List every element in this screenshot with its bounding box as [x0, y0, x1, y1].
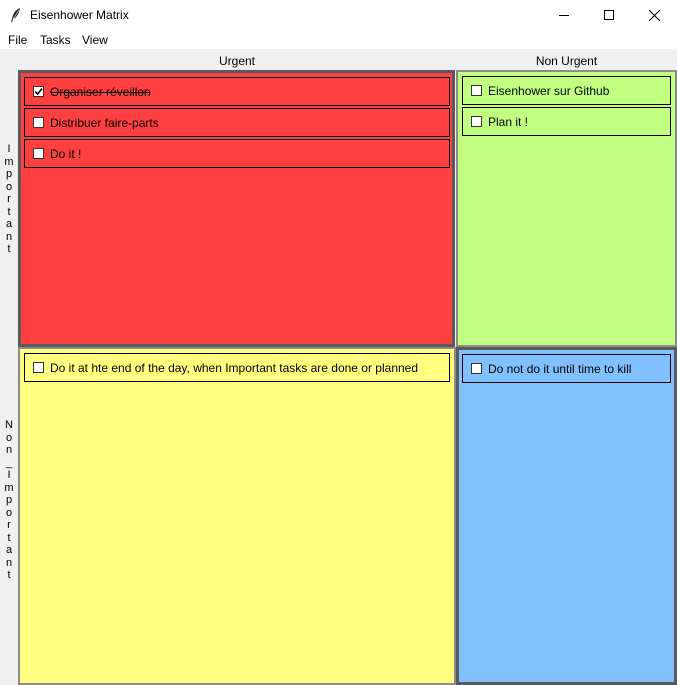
task-checkbox[interactable]	[471, 85, 482, 96]
row-label-char: m	[4, 481, 14, 494]
task-label: Do not do it until time to kill	[488, 362, 632, 376]
row-label-char: t	[7, 531, 11, 544]
row-label-char: a	[5, 544, 13, 556]
close-button[interactable]	[631, 0, 677, 30]
row-label-char: m	[4, 155, 14, 168]
row-label-char: N	[5, 419, 13, 431]
minimize-button[interactable]	[541, 0, 587, 30]
task-checkbox[interactable]	[471, 363, 482, 374]
column-header-urgent: Urgent	[218, 54, 256, 68]
quadrant-urgent-non-important: Do it at hte end of the day, when Import…	[18, 347, 456, 685]
row-label-char: n	[5, 556, 13, 569]
row-label-char: o	[5, 506, 13, 519]
row-label-char: o	[5, 180, 13, 193]
row-label-char: p	[5, 494, 13, 506]
task-label: Eisenhower sur Github	[488, 84, 610, 98]
task-checkbox[interactable]	[33, 362, 44, 373]
column-header-non-urgent: Non Urgent	[535, 54, 598, 68]
row-label-char: t	[7, 243, 11, 255]
row-label-char: _	[5, 456, 13, 469]
maximize-button[interactable]	[586, 0, 632, 30]
menu-view[interactable]: View	[82, 33, 108, 47]
task-item[interactable]: Eisenhower sur Github	[462, 76, 671, 105]
checkmark-icon	[34, 88, 43, 96]
row-label-non-important: No n _ Im p o r t a n t	[0, 419, 18, 582]
quadrant-non-urgent-non-important: Do not do it until time to kill	[456, 347, 677, 685]
task-label: Do it at hte end of the day, when Import…	[50, 361, 419, 375]
task-label: Organiser réveillon	[50, 85, 151, 99]
row-label-char: I	[7, 469, 11, 481]
row-label-char: p	[5, 168, 13, 180]
task-checkbox[interactable]	[33, 86, 44, 97]
window-title: Eisenhower Matrix	[30, 8, 129, 22]
feather-icon	[11, 8, 20, 22]
row-label-important: Important	[0, 143, 18, 256]
row-label-char: r	[7, 519, 11, 531]
row-label-char: a	[5, 218, 13, 230]
row-label-char: n	[5, 230, 13, 243]
quadrant-urgent-important: Organiser réveillon Distribuer faire-part…	[18, 70, 455, 347]
task-item[interactable]: Do not do it until time to kill	[462, 354, 671, 383]
row-label-char: t	[7, 205, 11, 218]
task-item[interactable]: Organiser réveillon	[24, 77, 450, 106]
title-bar: Eisenhower Matrix	[0, 0, 677, 30]
task-label: Do it !	[50, 147, 82, 161]
task-checkbox[interactable]	[33, 148, 44, 159]
row-label-char: n	[5, 444, 13, 456]
task-item[interactable]: Do it !	[24, 139, 450, 168]
task-label: Plan it !	[488, 115, 529, 129]
row-label-char: o	[5, 431, 13, 444]
maximize-icon	[604, 10, 614, 20]
menu-file[interactable]: File	[8, 33, 27, 47]
task-checkbox[interactable]	[33, 117, 44, 128]
task-checkbox[interactable]	[471, 116, 482, 127]
menu-bar: File Tasks View	[0, 30, 677, 49]
minimize-icon	[559, 15, 569, 16]
task-item[interactable]: Do it at hte end of the day, when Import…	[24, 353, 450, 382]
close-icon	[648, 9, 660, 21]
menu-tasks[interactable]: Tasks	[40, 33, 71, 47]
task-item[interactable]: Plan it !	[462, 107, 671, 136]
row-label-char: I	[7, 143, 11, 155]
task-label: Distribuer faire-parts	[50, 116, 159, 130]
task-item[interactable]: Distribuer faire-parts	[24, 108, 450, 137]
quadrant-non-urgent-important: Eisenhower sur Github Plan it !	[456, 70, 677, 347]
row-label-char: r	[7, 193, 11, 205]
row-label-char: t	[7, 569, 11, 581]
